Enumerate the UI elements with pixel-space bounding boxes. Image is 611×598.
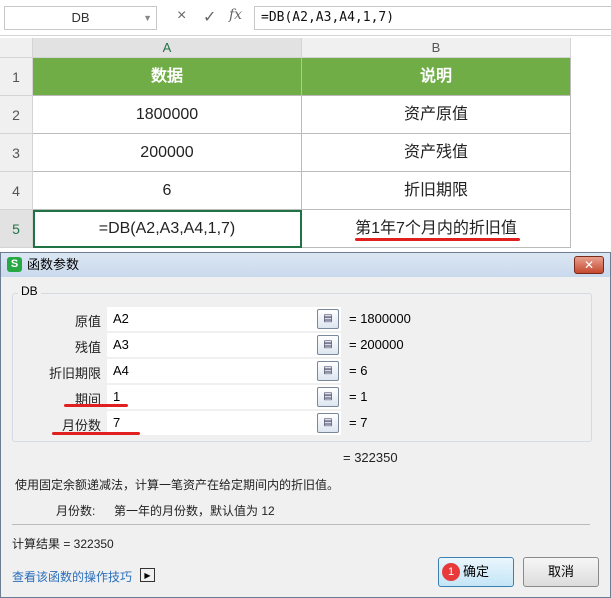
close-icon[interactable]: ✕ xyxy=(574,256,604,274)
row-header[interactable]: 4 xyxy=(0,172,33,210)
range-select-icon[interactable]: ▤ xyxy=(317,361,339,381)
formula-bar: DB ▼ × ✓ fx =DB(A2,A3,A4,1,7) xyxy=(0,0,611,36)
select-all-corner[interactable] xyxy=(0,38,33,58)
annotation-underline xyxy=(64,404,128,407)
name-box-value: DB xyxy=(71,10,90,25)
dialog-title: 函数参数 xyxy=(27,257,80,272)
arg-label: 残值 xyxy=(74,340,101,355)
enter-icon[interactable]: ✓ xyxy=(203,7,216,27)
arg-result: = 200000 xyxy=(349,337,404,352)
arg-label: 折旧期限 xyxy=(48,366,101,381)
calc-result: 计算结果 = 322350 xyxy=(12,537,114,551)
chevron-down-icon[interactable]: ▼ xyxy=(143,7,152,29)
annotation-underline xyxy=(355,238,520,241)
range-select-icon[interactable]: ▤ xyxy=(317,413,339,433)
row-header[interactable]: 5 xyxy=(0,210,33,248)
cancel-icon[interactable]: × xyxy=(177,7,186,25)
cell-a1[interactable]: 数据 xyxy=(33,58,302,96)
arg-input[interactable]: 1 xyxy=(107,385,315,409)
arg-result: = 1800000 xyxy=(349,311,411,326)
annotation-underline xyxy=(52,432,140,435)
app-logo-icon: S xyxy=(7,257,22,272)
arg-input[interactable]: A3 xyxy=(107,333,315,357)
arg-row-life: 折旧期限 A4 ▤ = 6 xyxy=(0,359,611,383)
help-link[interactable]: 查看该函数的操作技巧 xyxy=(12,568,132,585)
divider xyxy=(12,524,590,525)
cell-b4[interactable]: 折旧期限 xyxy=(302,172,571,210)
function-description: 使用固定余额递减法，计算一笔资产在给定期间内的折旧值。 xyxy=(15,478,340,492)
range-select-icon[interactable]: ▤ xyxy=(317,387,339,407)
row-header[interactable]: 1 xyxy=(0,58,33,96)
name-box[interactable]: DB ▼ xyxy=(4,6,157,30)
cell-b5[interactable]: 第1年7个月内的折旧值 xyxy=(302,210,571,248)
formula-result: = 322350 xyxy=(343,450,398,465)
arg-result: = 1 xyxy=(349,389,368,404)
arg-help-label: 月份数: xyxy=(56,504,96,518)
arg-label: 原值 xyxy=(74,314,101,329)
arg-result: = 6 xyxy=(349,363,368,378)
arg-input[interactable]: A4 xyxy=(107,359,315,383)
formula-input[interactable]: =DB(A2,A3,A4,1,7) xyxy=(254,6,611,30)
function-name: DB xyxy=(18,284,41,298)
range-select-icon[interactable]: ▤ xyxy=(317,309,339,329)
cancel-button[interactable]: 取消 xyxy=(523,557,599,587)
cell-a2[interactable]: 1800000 xyxy=(33,96,302,134)
arg-input[interactable]: A2 xyxy=(107,307,315,331)
ok-label: 确定 xyxy=(462,564,489,579)
cell-b2[interactable]: 资产原值 xyxy=(302,96,571,134)
arg-row-salvage: 残值 A3 ▤ = 200000 xyxy=(0,333,611,357)
cell-a5[interactable]: =DB(A2,A3,A4,1,7) xyxy=(33,210,302,248)
video-icon[interactable]: ▶ xyxy=(140,568,155,582)
column-header-a[interactable]: A xyxy=(33,38,302,58)
arg-result: = 7 xyxy=(349,415,368,430)
dialog-titlebar[interactable]: S 函数参数 ✕ xyxy=(1,253,610,277)
cell-b1[interactable]: 说明 xyxy=(302,58,571,96)
fx-icon[interactable]: fx xyxy=(229,7,242,23)
arg-row-cost: 原值 A2 ▤ = 1800000 xyxy=(0,307,611,331)
cell-b3[interactable]: 资产残值 xyxy=(302,134,571,172)
cell-a3[interactable]: 200000 xyxy=(33,134,302,172)
range-select-icon[interactable]: ▤ xyxy=(317,335,339,355)
row-header[interactable]: 2 xyxy=(0,96,33,134)
cell-a4[interactable]: 6 xyxy=(33,172,302,210)
arg-help-text: 第一年的月份数，默认值为 12 xyxy=(114,504,275,518)
row-header[interactable]: 3 xyxy=(0,134,33,172)
cancel-label: 取消 xyxy=(547,564,574,579)
step-badge: 1 xyxy=(442,563,460,581)
column-header-b[interactable]: B xyxy=(302,38,571,58)
